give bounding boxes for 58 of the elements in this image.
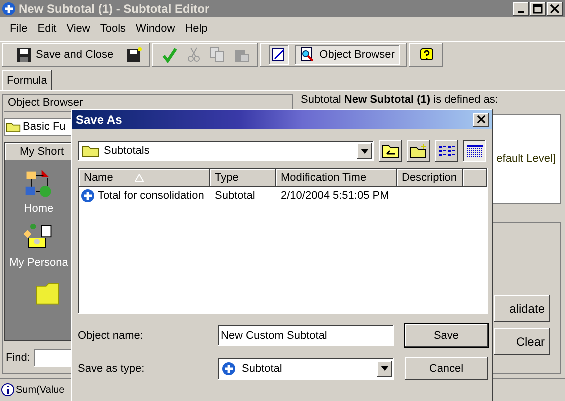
panel-button[interactable]: alidate (494, 295, 550, 322)
save-as-type-label: Save as type: (78, 362, 146, 374)
list-view-icon (438, 144, 456, 158)
up-folder-button[interactable] (379, 140, 402, 162)
menu-item[interactable]: View (66, 23, 90, 35)
menu-item[interactable]: Tools (100, 23, 126, 35)
plus-icon (81, 189, 95, 203)
menu-item[interactable]: File (10, 23, 28, 35)
cancel-button[interactable]: Cancel (405, 357, 488, 380)
object-browser-button[interactable]: Object Browser (294, 45, 400, 65)
object-name-field[interactable]: New Custom Subtotal (218, 325, 394, 346)
save-as-type-dropdown[interactable]: Subtotal (218, 358, 394, 380)
maximize-button[interactable] (530, 2, 546, 16)
check-icon[interactable] (160, 46, 179, 64)
table-cell: 2/10/2004 5:51:05 PM (281, 190, 390, 202)
table-cell: Total for consolidation (98, 190, 204, 202)
close-button[interactable] (473, 112, 489, 126)
tab[interactable]: Formula (2, 70, 52, 90)
dialog-title: Save As (76, 112, 122, 126)
column-header[interactable]: Type (210, 169, 276, 187)
plus-icon (222, 362, 236, 376)
minimize-button[interactable] (513, 2, 529, 16)
window-title: New Subtotal (1) - Subtotal Editor (19, 2, 211, 16)
save-icon[interactable] (124, 46, 143, 64)
plus-icon (2, 2, 16, 16)
column-header[interactable]: Modification Time (276, 169, 397, 187)
dropdown-arrow-icon (380, 366, 388, 371)
find-label: Find: (6, 352, 30, 364)
column-header[interactable]: Description (397, 169, 463, 187)
formula-text: efault Level] (496, 153, 556, 165)
details-view-button[interactable] (463, 140, 486, 162)
info-icon (1, 383, 15, 397)
column-header[interactable]: Name (79, 169, 210, 187)
definition-text: Subtotal New Subtotal (1) is defined as: (301, 94, 500, 106)
close-button[interactable] (547, 2, 563, 16)
magnifier-icon (300, 47, 316, 63)
diagram-icon[interactable] (268, 45, 289, 65)
shortcut-label[interactable]: My Persona (10, 257, 68, 269)
menu-item[interactable]: Edit (38, 23, 57, 35)
table-cell: Subtotal (215, 190, 256, 202)
menu-item[interactable]: Window (136, 23, 176, 35)
folder-dropdown[interactable]: Subtotals (78, 141, 374, 161)
dropdown-arrow-icon (360, 148, 368, 154)
close-icon (476, 115, 486, 124)
shortcut-label[interactable]: Home (24, 203, 54, 215)
list-view-button[interactable] (435, 140, 458, 162)
minimize-icon (518, 10, 524, 12)
sort-arrow-icon (135, 174, 144, 182)
status-text: Sum(Value (16, 384, 65, 396)
folder-icon (6, 121, 21, 133)
save-button[interactable]: Save (405, 324, 488, 347)
object-name-label: Object name: (78, 330, 144, 342)
panel-button[interactable]: Clear (494, 328, 550, 355)
details-view-icon (466, 144, 484, 158)
menu-item[interactable]: Help (185, 23, 208, 35)
folder-icon (82, 144, 100, 158)
file-row[interactable]: Total for consolidation Subtotal 2/10/2004 5:51:05 PM (79, 187, 487, 205)
new-folder-button[interactable] (407, 140, 430, 162)
